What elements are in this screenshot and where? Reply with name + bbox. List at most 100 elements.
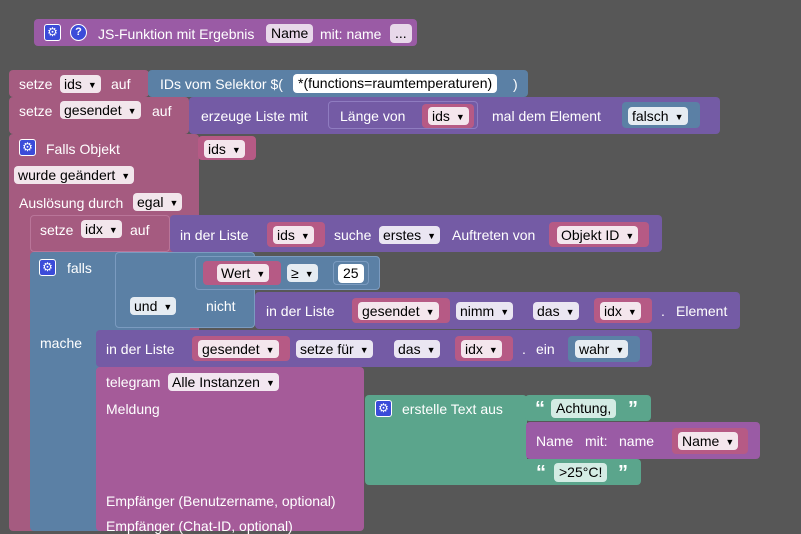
search-label: suche — [334, 227, 372, 243]
chevron-down-icon: ▼ — [627, 307, 637, 317]
chevron-down-icon: ▼ — [108, 225, 118, 235]
gear-icon[interactable]: ⚙ — [44, 24, 61, 41]
set-idx-var-dropdown[interactable]: idx ▼ — [81, 220, 122, 238]
set-list-gesendet-value: gesendet — [202, 341, 260, 357]
text-achtung-field[interactable]: Achtung, — [551, 399, 617, 418]
get-idx-dropdown[interactable]: idx ▼ — [600, 302, 641, 320]
text-temp-field[interactable]: >25°C! — [554, 463, 608, 482]
changed-value: wurde geändert — [18, 167, 116, 183]
set-ids-label: setze — [19, 76, 53, 92]
set-list-gesendet-dropdown[interactable]: gesendet ▼ — [198, 340, 279, 358]
trigger-ids-dropdown[interactable]: ids ▼ — [204, 140, 245, 158]
find-ids-value: ids — [277, 227, 295, 243]
chevron-down-icon: ▼ — [725, 437, 735, 447]
chevron-down-icon: ▼ — [625, 231, 635, 241]
take-value: nimm — [460, 303, 495, 319]
take-dropdown[interactable]: nimm ▼ — [456, 302, 514, 320]
chevron-down-icon: ▼ — [500, 307, 510, 317]
occurrence-label: Auftreten von — [452, 227, 536, 243]
selector-close: ) — [513, 76, 518, 92]
set-idx-var-value: idx — [85, 221, 103, 237]
set-ids-var-dropdown[interactable]: ids ▼ — [60, 75, 101, 93]
gear-icon[interactable]: ⚙ — [375, 400, 392, 417]
length-label: Länge von — [340, 108, 406, 124]
changed-dropdown[interactable]: wurde geändert ▼ — [14, 166, 135, 184]
set-idx-value: idx — [465, 341, 483, 357]
help-icon[interactable]: ? — [70, 24, 87, 41]
do-label: mache — [40, 335, 83, 351]
selector-input[interactable]: *(functions=raumtemperaturen) — [293, 74, 498, 93]
set-das-dropdown[interactable]: das ▼ — [394, 340, 440, 358]
create-list-label: erzeuge Liste mit — [201, 108, 308, 124]
chevron-down-icon: ▼ — [265, 345, 275, 355]
set-ids-var-value: ids — [64, 76, 82, 92]
number-input[interactable]: 25 — [338, 264, 364, 283]
das-value: das — [537, 303, 560, 319]
chevron-down-icon: ▼ — [455, 112, 465, 122]
name-mit-label: mit: — [585, 433, 608, 449]
ein-label: ein — [536, 341, 555, 357]
chevron-down-icon: ▼ — [127, 106, 137, 116]
set-ids-auf: auf — [111, 76, 131, 92]
not-label: nicht — [206, 298, 236, 314]
chevron-down-icon: ▼ — [163, 302, 173, 312]
chevron-down-icon: ▼ — [300, 231, 310, 241]
set-in-list-label: in der Liste — [106, 341, 175, 357]
set-idx-dropdown[interactable]: idx ▼ — [461, 340, 502, 358]
chevron-down-icon: ▼ — [488, 345, 498, 355]
set-das-value: das — [398, 341, 421, 357]
length-ids-value: ids — [432, 108, 450, 124]
times-label: mal dem Element — [492, 108, 601, 124]
trigger-label: Falls Objekt — [46, 141, 120, 157]
function-params-label: mit: name — [320, 26, 382, 42]
and-dropdown[interactable]: und ▼ — [130, 297, 177, 315]
chevron-down-icon: ▼ — [256, 269, 266, 279]
wert-dropdown[interactable]: Wert ▼ — [217, 264, 270, 282]
chevron-down-icon: ▼ — [121, 171, 131, 181]
set-idx-auf: auf — [130, 222, 150, 238]
trigger-ids-value: ids — [208, 141, 226, 157]
first-dropdown[interactable]: erstes ▼ — [379, 226, 441, 244]
chevron-down-icon: ▼ — [426, 345, 436, 355]
open-quote-icon: “ — [535, 398, 545, 420]
if-label: falls — [67, 260, 92, 276]
get-gesendet-dropdown[interactable]: gesendet ▼ — [358, 302, 439, 320]
egal-dropdown[interactable]: egal ▼ — [133, 193, 183, 211]
true-dropdown[interactable]: wahr ▼ — [575, 340, 629, 358]
chevron-down-icon: ▼ — [674, 112, 684, 122]
name-call-label: Name — [536, 433, 574, 449]
and-value: und — [134, 298, 158, 314]
open-quote-icon: “ — [536, 462, 546, 484]
set-gesendet-label: setze — [19, 103, 53, 119]
length-ids-dropdown[interactable]: ids ▼ — [428, 107, 469, 125]
find-in-list-label: in der Liste — [180, 227, 249, 243]
recipient-user-label: Empfänger (Benutzername, optional) — [106, 493, 336, 509]
false-dropdown[interactable]: falsch ▼ — [628, 107, 688, 125]
object-id-value: Objekt ID — [561, 227, 620, 243]
false-value: falsch — [632, 108, 669, 124]
chevron-down-icon: ▼ — [304, 269, 314, 279]
find-ids-dropdown[interactable]: ids ▼ — [273, 226, 314, 244]
egal-value: egal — [137, 194, 164, 210]
telegram-label: telegram — [106, 374, 161, 390]
set-gesendet-var-value: gesendet — [64, 102, 122, 118]
object-id-dropdown[interactable]: Objekt ID ▼ — [557, 226, 639, 244]
function-more-field[interactable]: ... — [390, 24, 412, 43]
element-label: Element — [676, 303, 728, 319]
set-gesendet-var-dropdown[interactable]: gesendet ▼ — [60, 101, 141, 119]
chevron-down-icon: ▼ — [425, 307, 435, 317]
operator-dropdown[interactable]: ≥ ▼ — [287, 264, 318, 282]
function-name-field[interactable]: Name — [266, 24, 314, 43]
chevron-down-icon: ▼ — [427, 231, 437, 241]
set-for-dropdown[interactable]: setze für ▼ — [296, 340, 373, 358]
true-value: wahr — [579, 341, 610, 357]
das-dropdown[interactable]: das ▼ — [533, 302, 579, 320]
chevron-down-icon: ▼ — [265, 378, 275, 388]
gear-icon[interactable]: ⚙ — [39, 259, 56, 276]
instances-dropdown[interactable]: Alle Instanzen ▼ — [168, 373, 279, 391]
message-label: Meldung — [106, 401, 160, 417]
name-var-dropdown[interactable]: Name ▼ — [678, 432, 739, 450]
ausloesung-label: Auslösung durch — [19, 195, 124, 211]
gear-icon[interactable]: ⚙ — [19, 139, 36, 156]
get-in-list-label: in der Liste — [266, 303, 335, 319]
